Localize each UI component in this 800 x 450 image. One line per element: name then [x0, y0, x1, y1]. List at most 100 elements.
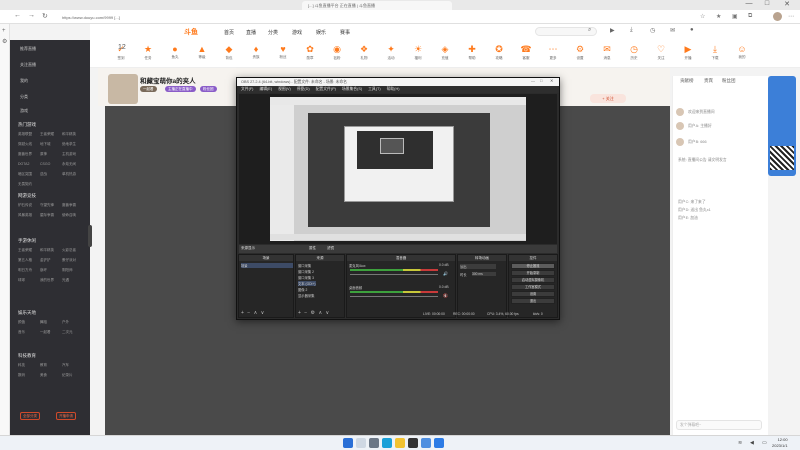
- close-window-button[interactable]: ✕: [780, 0, 794, 8]
- feature-icon-item[interactable]: ● 鱼丸: [164, 44, 186, 60]
- nav-link[interactable]: 首页: [224, 29, 234, 36]
- sidebar-category-link[interactable]: 二次元: [62, 330, 84, 335]
- user-avatar-icon[interactable]: ●: [690, 27, 694, 33]
- sidebar-category-link[interactable]: 守望先锋: [40, 203, 62, 208]
- feature-icon-item[interactable]: ✿ 勋章: [299, 44, 321, 61]
- sidebar-category-link[interactable]: 蛋仔派对: [62, 258, 84, 263]
- sidebar-category-link[interactable]: 阴阳师: [62, 268, 84, 273]
- sidebar-category-link[interactable]: 崩坏: [40, 268, 62, 273]
- feature-icon-item[interactable]: ✦ 活动: [380, 44, 402, 61]
- feature-icon-item[interactable]: ⋯ 更多: [542, 44, 564, 61]
- feature-icon-item[interactable]: ☀ 福利: [407, 44, 429, 61]
- speaker-icon[interactable]: 🔊: [443, 271, 448, 276]
- sidebar-category-link[interactable]: 音乐: [18, 330, 40, 335]
- sidebar-category-link[interactable]: 王者荣耀: [18, 248, 40, 253]
- sidebar-collapse-handle[interactable]: [88, 225, 92, 247]
- obs-menu-item[interactable]: 工具(T): [368, 87, 380, 91]
- feature-icon-item[interactable]: ☺ 我的: [731, 44, 753, 60]
- obs-menu-item[interactable]: 配置文件(P): [316, 87, 336, 91]
- start-recording-button[interactable]: 开始录制: [511, 270, 555, 276]
- refresh-icon[interactable]: ↻: [42, 12, 48, 20]
- browser-tab[interactable]: [...] 斗鱼直播平台 正在直播 | 斗鱼直播: [302, 1, 452, 10]
- properties-button[interactable]: 属性: [309, 246, 316, 251]
- sidebar-category-link[interactable]: 魔兽争霸: [62, 203, 84, 208]
- sidebar-category-link[interactable]: 单机热游: [62, 172, 84, 177]
- sidebar-category-link[interactable]: 我的世界: [40, 278, 62, 283]
- sidebar-category-link[interactable]: 王者荣耀: [40, 132, 62, 137]
- source-item[interactable]: 显示器采集: [298, 293, 314, 298]
- sidebar-category-link[interactable]: 原神: [40, 152, 62, 157]
- store-icon[interactable]: [421, 438, 431, 448]
- nav-link[interactable]: 娱乐: [316, 29, 326, 36]
- settings-icon[interactable]: ⚙: [2, 38, 7, 45]
- obs-menu-item[interactable]: 文件(F): [241, 87, 253, 91]
- sidebar-item-category[interactable]: 分类: [20, 94, 28, 100]
- feature-icon-item[interactable]: ✪ 攻略: [488, 44, 510, 61]
- room-tag[interactable]: 主播正在直播中: [165, 86, 196, 92]
- mail-icon[interactable]: [434, 438, 444, 448]
- sidebar-category-link[interactable]: 汽车: [62, 363, 84, 368]
- room-tag[interactable]: 一起看: [140, 86, 157, 92]
- obs-menu-item[interactable]: 停靠(D): [297, 87, 310, 91]
- danmaku-input[interactable]: 发个弹幕吧~: [676, 420, 762, 430]
- sidebar-category-link[interactable]: 风暴英雄: [18, 213, 40, 218]
- sidebar-item-follow[interactable]: 关注直播: [20, 62, 36, 68]
- live-icon[interactable]: ▶: [610, 27, 615, 34]
- chat-tab[interactable]: 粉丝团: [722, 78, 736, 84]
- feature-icon-item[interactable]: ◆ 背包: [218, 44, 240, 61]
- start-icon[interactable]: [343, 438, 353, 448]
- nav-link[interactable]: 游戏: [292, 29, 302, 36]
- exit-button[interactable]: 退出: [511, 298, 555, 304]
- extensions-icon[interactable]: ⧉: [748, 13, 752, 20]
- follow-button[interactable]: + 关注: [590, 94, 626, 103]
- apply-stream-button[interactable]: 开播申请: [56, 412, 76, 420]
- sidebar-category-link[interactable]: 教育: [40, 363, 62, 368]
- sidebar-category-link[interactable]: 第五人格: [18, 258, 40, 263]
- favorites-icon[interactable]: ★: [716, 13, 721, 20]
- more-icon[interactable]: ⋯: [788, 13, 794, 20]
- url-input[interactable]: https://www.douyu.com/9999 [...]: [58, 13, 578, 22]
- streamer-avatar[interactable]: [108, 74, 138, 104]
- explorer-icon[interactable]: [395, 438, 405, 448]
- obs-menu-item[interactable]: 编辑(E): [259, 87, 272, 91]
- scene-item[interactable]: 场景: [241, 263, 293, 268]
- source-toolbar[interactable]: + − ⚙ ∧ ∨: [298, 310, 330, 316]
- duration-input[interactable]: 300 ms: [472, 272, 496, 276]
- scene-toolbar[interactable]: + − ∧ ∨: [241, 310, 265, 316]
- feature-icon-item[interactable]: ♦ 贵族: [245, 44, 267, 60]
- nav-link[interactable]: 直播: [246, 29, 256, 36]
- studio-mode-button[interactable]: 工作室模式: [511, 284, 555, 290]
- sidebar-category-link[interactable]: 主机游戏: [62, 152, 84, 157]
- sidebar-category-link[interactable]: 球球: [18, 278, 40, 283]
- sidebar-category-link[interactable]: 科技: [18, 363, 40, 368]
- sidebar-category-link[interactable]: 绝地求生: [62, 142, 84, 147]
- source-item[interactable]: 窗口采集 2: [298, 269, 314, 274]
- obs-menu-item[interactable]: 帮助(H): [387, 87, 400, 91]
- sidebar-category-link[interactable]: 明日方舟: [18, 268, 40, 273]
- sidebar-category-link[interactable]: 魔兽世界: [18, 152, 40, 157]
- obs-icon[interactable]: [408, 438, 418, 448]
- feature-icon-item[interactable]: ☎ 客服: [515, 44, 537, 61]
- chat-tab[interactable]: 贵宾: [704, 78, 713, 84]
- obs-menu-item[interactable]: 视图(V): [278, 87, 291, 91]
- site-logo[interactable]: 斗鱼: [184, 27, 198, 37]
- sidebar-category-link[interactable]: 星际争霸: [40, 213, 62, 218]
- battery-icon[interactable]: ▭: [762, 440, 767, 446]
- obs-close-button[interactable]: ✕: [550, 78, 553, 83]
- sidebar-category-link[interactable]: 地下城: [40, 142, 62, 147]
- feature-icon-item[interactable]: ⤓ 下载: [704, 44, 726, 61]
- sidebar-category-link[interactable]: 使命召唤: [62, 213, 84, 218]
- search-icon[interactable]: [356, 438, 366, 448]
- sidebar-category-link[interactable]: 穿越火线: [18, 142, 40, 147]
- profile-avatar[interactable]: [773, 12, 782, 21]
- settings-button[interactable]: 设置: [511, 291, 555, 297]
- feature-icon-item[interactable]: ★ 任务: [137, 44, 159, 61]
- sidebar-category-link[interactable]: DOTA2: [18, 162, 40, 166]
- stop-streaming-button[interactable]: 停止推流: [511, 263, 555, 269]
- volume-icon[interactable]: ◀: [750, 440, 754, 446]
- sidebar-category-link[interactable]: 无畏契约: [18, 182, 40, 187]
- transition-select[interactable]: 淡出: [460, 264, 496, 269]
- add-icon[interactable]: +: [2, 28, 6, 34]
- minimize-button[interactable]: —: [742, 0, 756, 7]
- sidebar-category-link[interactable]: 舞蹈: [40, 320, 62, 325]
